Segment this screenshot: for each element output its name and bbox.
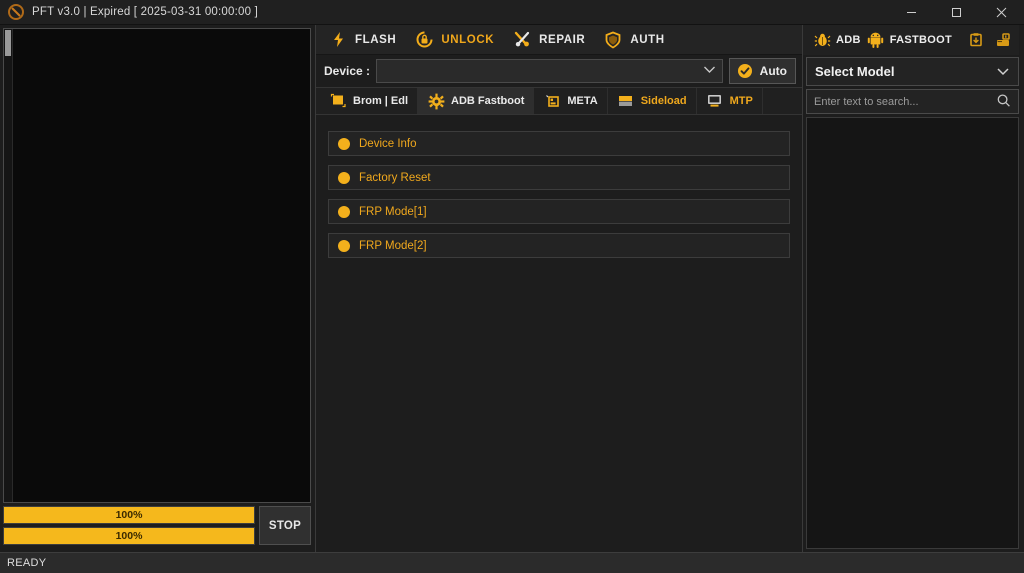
action-frp-mode-2[interactable]: FRP Mode[2] bbox=[328, 233, 790, 258]
check-circle-icon bbox=[735, 61, 755, 81]
device-row: Device : Auto bbox=[316, 55, 802, 87]
android-robot-icon bbox=[867, 31, 885, 49]
window-controls bbox=[889, 0, 1024, 25]
log-text bbox=[13, 29, 310, 502]
subtab-sideload[interactable]: Sideload bbox=[608, 88, 697, 114]
action-device-info-label: Device Info bbox=[359, 137, 417, 150]
chip-window-icon bbox=[329, 92, 347, 110]
maximize-icon[interactable] bbox=[934, 0, 979, 25]
crescent-logo-icon bbox=[8, 4, 24, 20]
status-text: READY bbox=[7, 557, 47, 569]
action-factory-reset-label: Factory Reset bbox=[359, 171, 431, 184]
title-bar: PFT v3.0 | Expired [ 2025-03-31 00:00:00… bbox=[0, 0, 1024, 25]
sub-tab-bar: Brom | Edl ADB Fastboot META Sideload MT… bbox=[316, 87, 802, 115]
tab-unlock-label: UNLOCK bbox=[441, 33, 495, 46]
progress-bar-2-label: 100% bbox=[115, 530, 143, 542]
chevron-down-icon bbox=[996, 64, 1010, 79]
subtab-adb-fastboot-label: ADB Fastboot bbox=[451, 95, 525, 107]
action-factory-reset[interactable]: Factory Reset bbox=[328, 165, 790, 190]
action-device-info[interactable]: Device Info bbox=[328, 131, 790, 156]
subtab-mtp-label: MTP bbox=[729, 95, 753, 107]
close-icon[interactable] bbox=[979, 0, 1024, 25]
device-label: Device : bbox=[324, 64, 371, 78]
dot-icon bbox=[338, 239, 350, 252]
adb-button-label: ADB bbox=[836, 34, 861, 46]
shield-icon bbox=[603, 30, 623, 50]
sdcard-icon bbox=[617, 92, 635, 110]
center-panel: FLASH UNLOCK REPAIR AUTH Device: Auto B… bbox=[315, 25, 803, 552]
action-list: Device Info Factory Reset FRP Mode[1] FR… bbox=[316, 115, 802, 552]
minimize-icon[interactable] bbox=[889, 0, 934, 25]
adb-button[interactable]: ADB bbox=[813, 31, 861, 49]
tab-auth-label: AUTH bbox=[630, 33, 665, 46]
lightning-bolt-icon bbox=[328, 30, 348, 50]
model-select-value: Select Model bbox=[815, 64, 895, 79]
monitor-icon bbox=[706, 92, 724, 110]
subtab-sideload-label: Sideload bbox=[640, 95, 687, 107]
tab-flash-label: FLASH bbox=[355, 33, 397, 46]
tab-repair-label: REPAIR bbox=[539, 33, 586, 46]
bug-icon bbox=[813, 31, 831, 49]
action-frp-mode-1[interactable]: FRP Mode[1] bbox=[328, 199, 790, 224]
progress-bar-1-label: 100% bbox=[115, 509, 143, 521]
dot-icon bbox=[338, 205, 350, 218]
model-list[interactable] bbox=[806, 117, 1019, 549]
progress-bar-1: 100% bbox=[3, 506, 255, 524]
log-scrollbar-thumb[interactable] bbox=[5, 30, 11, 56]
search-icon[interactable] bbox=[996, 93, 1011, 111]
model-select[interactable]: Select Model bbox=[806, 57, 1019, 86]
subtab-meta-label: META bbox=[567, 95, 598, 107]
action-frp-mode-1-label: FRP Mode[1] bbox=[359, 205, 427, 218]
log-scrollbar[interactable] bbox=[4, 29, 13, 502]
subtab-brom-edl[interactable]: Brom | Edl bbox=[320, 88, 419, 114]
save-box-icon[interactable] bbox=[966, 30, 986, 50]
dot-icon bbox=[338, 137, 350, 150]
log-output-area bbox=[3, 28, 311, 503]
progress-bars: 100% 100% bbox=[3, 506, 255, 545]
subtab-adb-fastboot[interactable]: ADB Fastboot bbox=[418, 88, 535, 114]
tab-repair[interactable]: REPAIR bbox=[508, 25, 599, 55]
gear-icon bbox=[427, 92, 445, 110]
main-body: 100% 100% STOP FLASH UNLOCK REPAIR AUTH … bbox=[0, 25, 1024, 552]
fastboot-button[interactable]: FASTBOOT bbox=[867, 31, 952, 49]
tab-unlock[interactable]: UNLOCK bbox=[410, 25, 508, 55]
terminal-icon bbox=[543, 92, 561, 110]
model-panel: ADB FASTBOOT Select Model Enter text to … bbox=[803, 25, 1022, 552]
log-panel: 100% 100% STOP bbox=[0, 25, 315, 552]
model-search-input[interactable]: Enter text to search... bbox=[806, 89, 1019, 114]
auto-button-label: Auto bbox=[759, 64, 787, 78]
tab-auth[interactable]: AUTH bbox=[599, 25, 678, 55]
auto-button[interactable]: Auto bbox=[728, 58, 796, 84]
subtab-mtp[interactable]: MTP bbox=[697, 88, 763, 114]
stop-button[interactable]: STOP bbox=[259, 506, 311, 545]
subtab-meta[interactable]: META bbox=[534, 88, 608, 114]
export-box-icon[interactable] bbox=[993, 30, 1013, 50]
progress-block: 100% 100% STOP bbox=[3, 503, 311, 549]
fastboot-button-label: FASTBOOT bbox=[889, 34, 953, 46]
chevron-down-icon bbox=[703, 65, 716, 77]
window-title: PFT v3.0 | Expired [ 2025-03-31 00:00:00… bbox=[32, 6, 258, 18]
status-bar: READY bbox=[0, 552, 1024, 573]
tab-flash[interactable]: FLASH bbox=[324, 25, 410, 55]
wrench-screwdriver-icon bbox=[512, 30, 532, 50]
model-panel-icon-buttons bbox=[966, 30, 1019, 50]
subtab-brom-edl-label: Brom | Edl bbox=[353, 95, 409, 107]
padlock-rotate-icon bbox=[414, 30, 434, 50]
model-search-placeholder: Enter text to search... bbox=[814, 95, 919, 108]
main-tab-bar: FLASH UNLOCK REPAIR AUTH bbox=[316, 25, 802, 55]
device-select[interactable] bbox=[376, 59, 723, 83]
model-panel-toolbar: ADB FASTBOOT bbox=[803, 25, 1019, 55]
progress-bar-2: 100% bbox=[3, 527, 255, 545]
dot-icon bbox=[338, 171, 350, 184]
action-frp-mode-2-label: FRP Mode[2] bbox=[359, 239, 427, 252]
